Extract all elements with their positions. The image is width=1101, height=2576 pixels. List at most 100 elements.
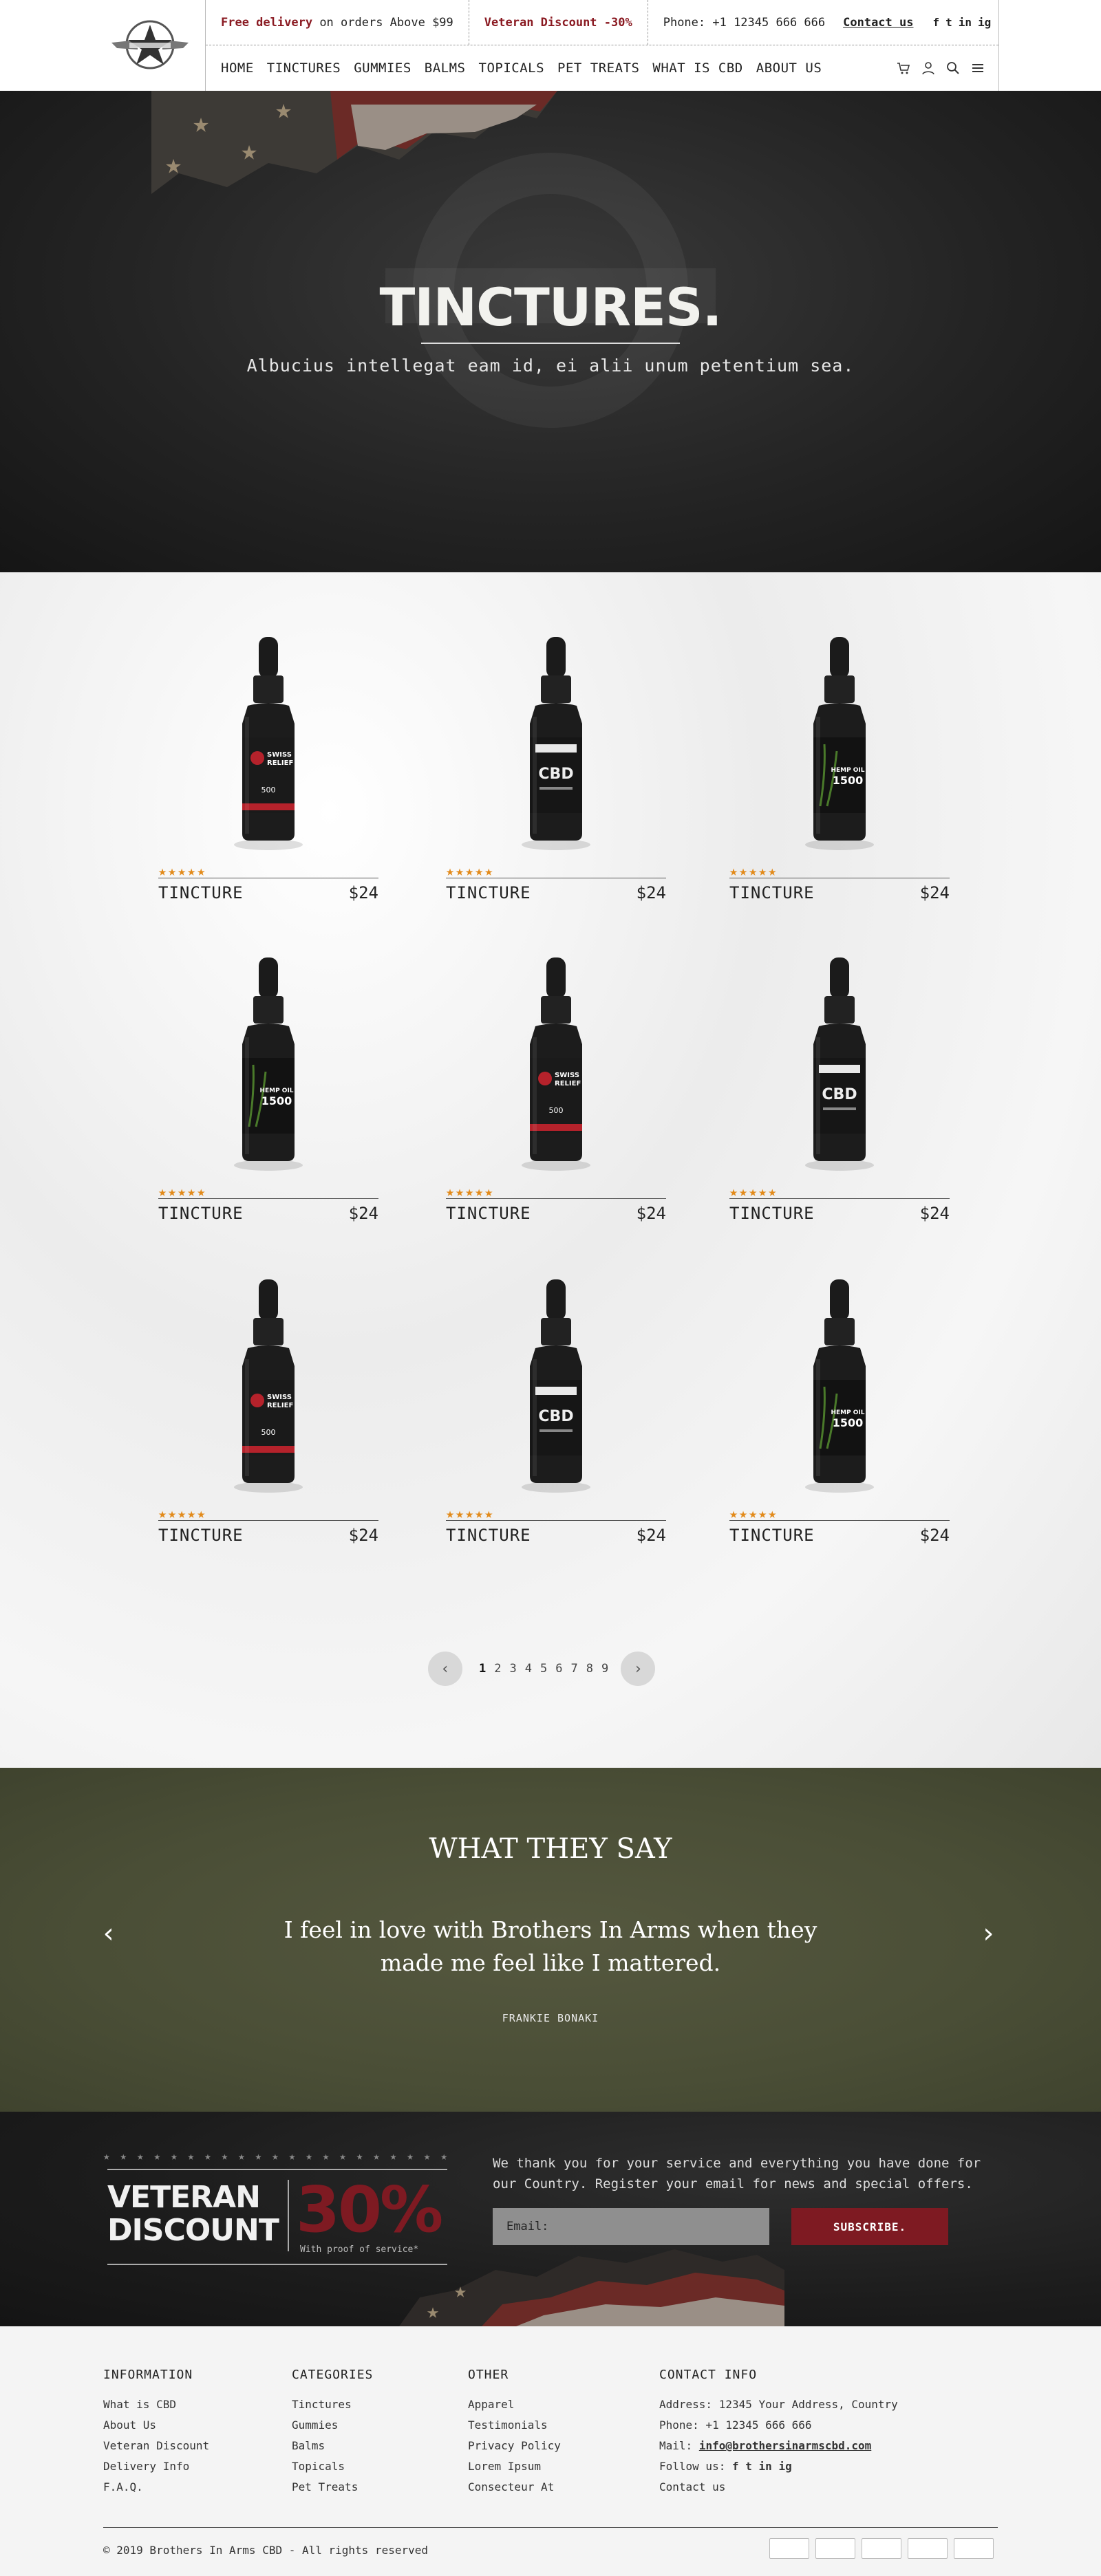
product-name[interactable]: TINCTURE: [158, 1204, 244, 1223]
star-icon: ★: [158, 1505, 167, 1522]
footer-link-testimonials[interactable]: Testimonials: [468, 2415, 561, 2436]
product-image[interactable]: CBD: [446, 634, 666, 854]
product-name[interactable]: TINCTURE: [158, 1526, 244, 1545]
testimonial-prev-icon[interactable]: ‹: [100, 1918, 117, 1949]
footer-link-faq[interactable]: F.A.Q.: [103, 2477, 209, 2498]
nav-tinctures[interactable]: TINCTURES: [267, 61, 341, 76]
twitter-icon[interactable]: t: [945, 16, 952, 29]
product-image[interactable]: HEMP OIL 1500: [729, 634, 950, 854]
star-icon: ★: [758, 1183, 767, 1200]
instagram-icon[interactable]: ig: [978, 16, 991, 29]
page-link-2[interactable]: 2: [494, 1662, 501, 1676]
footer-link-consecteur-at[interactable]: Consecteur At: [468, 2477, 561, 2498]
nav-balms[interactable]: BALMS: [425, 61, 466, 76]
page-link-7[interactable]: 7: [571, 1662, 578, 1676]
page-link-9[interactable]: 9: [601, 1662, 608, 1676]
product-name[interactable]: TINCTURE: [446, 1526, 531, 1545]
nav-about-us[interactable]: ABOUT US: [756, 61, 822, 76]
footer-link-pet-treats[interactable]: Pet Treats: [292, 2477, 373, 2498]
footer-link-privacy-policy[interactable]: Privacy Policy: [468, 2436, 561, 2456]
product-card[interactable]: CBD ★ ★ ★ ★ ★ TINCTURE $24: [729, 955, 950, 1251]
testimonial-next-icon[interactable]: ›: [980, 1918, 996, 1949]
nav-gummies[interactable]: GUMMIES: [354, 61, 411, 76]
product-card[interactable]: HEMP OIL 1500 ★ ★ ★ ★ ★ TINCTURE $24: [729, 634, 950, 930]
nav-pet-treats[interactable]: PET TREATS: [557, 61, 639, 76]
product-image[interactable]: SWISS RELIEF 500: [446, 955, 666, 1175]
chevron-right-icon[interactable]: ›: [621, 1652, 656, 1686]
linkedin-icon[interactable]: in: [959, 16, 972, 29]
footer-twitter-icon[interactable]: t: [745, 2460, 752, 2473]
footer-linkedin-icon[interactable]: in: [759, 2460, 772, 2473]
product-image[interactable]: SWISS RELIEF 500: [158, 1277, 378, 1497]
product-image[interactable]: CBD: [729, 955, 950, 1175]
product-image[interactable]: SWISS RELIEF 500: [158, 634, 378, 854]
svg-text:★: ★: [427, 2299, 439, 2324]
footer-follow-row: Follow us: f t in ig: [659, 2456, 898, 2477]
product-divider: [158, 1520, 378, 1521]
footer-link-lorem-ipsum[interactable]: Lorem Ipsum: [468, 2456, 561, 2477]
footer-link-what-is-cbd[interactable]: What is CBD: [103, 2394, 209, 2415]
product-image[interactable]: HEMP OIL 1500: [158, 955, 378, 1175]
footer-contact-link[interactable]: Contact us: [659, 2477, 898, 2498]
product-card[interactable]: SWISS RELIEF 500 ★ ★ ★ ★ ★ TINCTURE $24: [158, 634, 378, 930]
page-link-6[interactable]: 6: [555, 1662, 562, 1676]
subscribe-button[interactable]: SUBSCRIBE.: [791, 2208, 948, 2245]
footer-address: Address: 12345 Your Address, Country: [659, 2398, 898, 2411]
product-name[interactable]: TINCTURE: [729, 1526, 815, 1545]
badge-frame: VETERAN DISCOUNT 30% With proof of servi…: [107, 2169, 447, 2265]
payment-icon-5: [954, 2538, 994, 2559]
product-card[interactable]: CBD ★ ★ ★ ★ ★ TINCTURE $24: [446, 1277, 666, 1572]
bottle-strength: 1500: [833, 1416, 864, 1429]
footer-link-about-us[interactable]: About Us: [103, 2415, 209, 2436]
page-link-8[interactable]: 8: [586, 1662, 593, 1676]
header-contact-link[interactable]: Contact us: [843, 16, 913, 30]
product-image[interactable]: CBD: [446, 1277, 666, 1497]
product-name[interactable]: TINCTURE: [158, 883, 244, 902]
email-field[interactable]: Email:: [493, 2208, 769, 2245]
star-icon: ★: [456, 1505, 464, 1522]
footer-link-tinctures[interactable]: Tinctures: [292, 2394, 373, 2415]
veteran-discount-notice[interactable]: Veteran Discount -30%: [469, 0, 648, 45]
product-card[interactable]: HEMP OIL 1500 ★ ★ ★ ★ ★ TINCTURE $24: [729, 1277, 950, 1572]
footer-link-veteran-discount[interactable]: Veteran Discount: [103, 2436, 209, 2456]
footer-link-topicals[interactable]: Topicals: [292, 2456, 373, 2477]
star-icon: ★: [749, 1505, 758, 1522]
logo-star-emblem-icon[interactable]: [110, 14, 190, 76]
star-icon: ★: [158, 863, 167, 879]
user-icon[interactable]: [921, 61, 935, 75]
nav-what-is-cbd[interactable]: WHAT IS CBD: [652, 61, 742, 76]
product-image[interactable]: HEMP OIL 1500: [729, 1277, 950, 1497]
footer-link-apparel[interactable]: Apparel: [468, 2394, 561, 2415]
nav-topicals[interactable]: TOPICALS: [479, 61, 545, 76]
chevron-left-icon[interactable]: ‹: [428, 1652, 462, 1686]
star-icon: ★: [168, 1183, 177, 1200]
pagination-pages: 1 2 3 4 5 6 7 8 9: [479, 1662, 608, 1676]
page-link-3[interactable]: 3: [510, 1662, 517, 1676]
star-icon: ★: [475, 1183, 484, 1200]
footer-link-balms[interactable]: Balms: [292, 2436, 373, 2456]
payment-icon-1: [769, 2538, 809, 2559]
footer-link-delivery-info[interactable]: Delivery Info: [103, 2456, 209, 2477]
footer-mail-link[interactable]: info@brothersinarmscbd.com: [699, 2439, 871, 2452]
footer-instagram-icon[interactable]: ig: [778, 2460, 791, 2473]
product-name[interactable]: TINCTURE: [446, 883, 531, 902]
footer-facebook-icon[interactable]: f: [732, 2460, 739, 2473]
page-link-5[interactable]: 5: [540, 1662, 547, 1676]
product-name[interactable]: TINCTURE: [729, 883, 815, 902]
product-card[interactable]: HEMP OIL 1500 ★ ★ ★ ★ ★ TINCTURE $24: [158, 955, 378, 1251]
page-link-4[interactable]: 4: [525, 1662, 532, 1676]
menu-icon[interactable]: [971, 61, 985, 75]
star-icon: ★: [168, 863, 177, 879]
footer-link-gummies[interactable]: Gummies: [292, 2415, 373, 2436]
search-icon[interactable]: [946, 61, 960, 75]
veteran-discount-label[interactable]: Veteran Discount -30%: [484, 16, 632, 30]
product-name[interactable]: TINCTURE: [446, 1204, 531, 1223]
product-card[interactable]: SWISS RELIEF 500 ★ ★ ★ ★ ★ TINCTURE $24: [158, 1277, 378, 1572]
cart-icon[interactable]: [897, 61, 910, 75]
nav-home[interactable]: HOME: [221, 61, 254, 76]
product-card[interactable]: SWISS RELIEF 500 ★ ★ ★ ★ ★ TINCTURE $24: [446, 955, 666, 1251]
product-name[interactable]: TINCTURE: [729, 1204, 815, 1223]
facebook-icon[interactable]: f: [932, 16, 939, 29]
product-card[interactable]: CBD ★ ★ ★ ★ ★ TINCTURE $24: [446, 634, 666, 930]
page-link-1[interactable]: 1: [479, 1662, 486, 1676]
